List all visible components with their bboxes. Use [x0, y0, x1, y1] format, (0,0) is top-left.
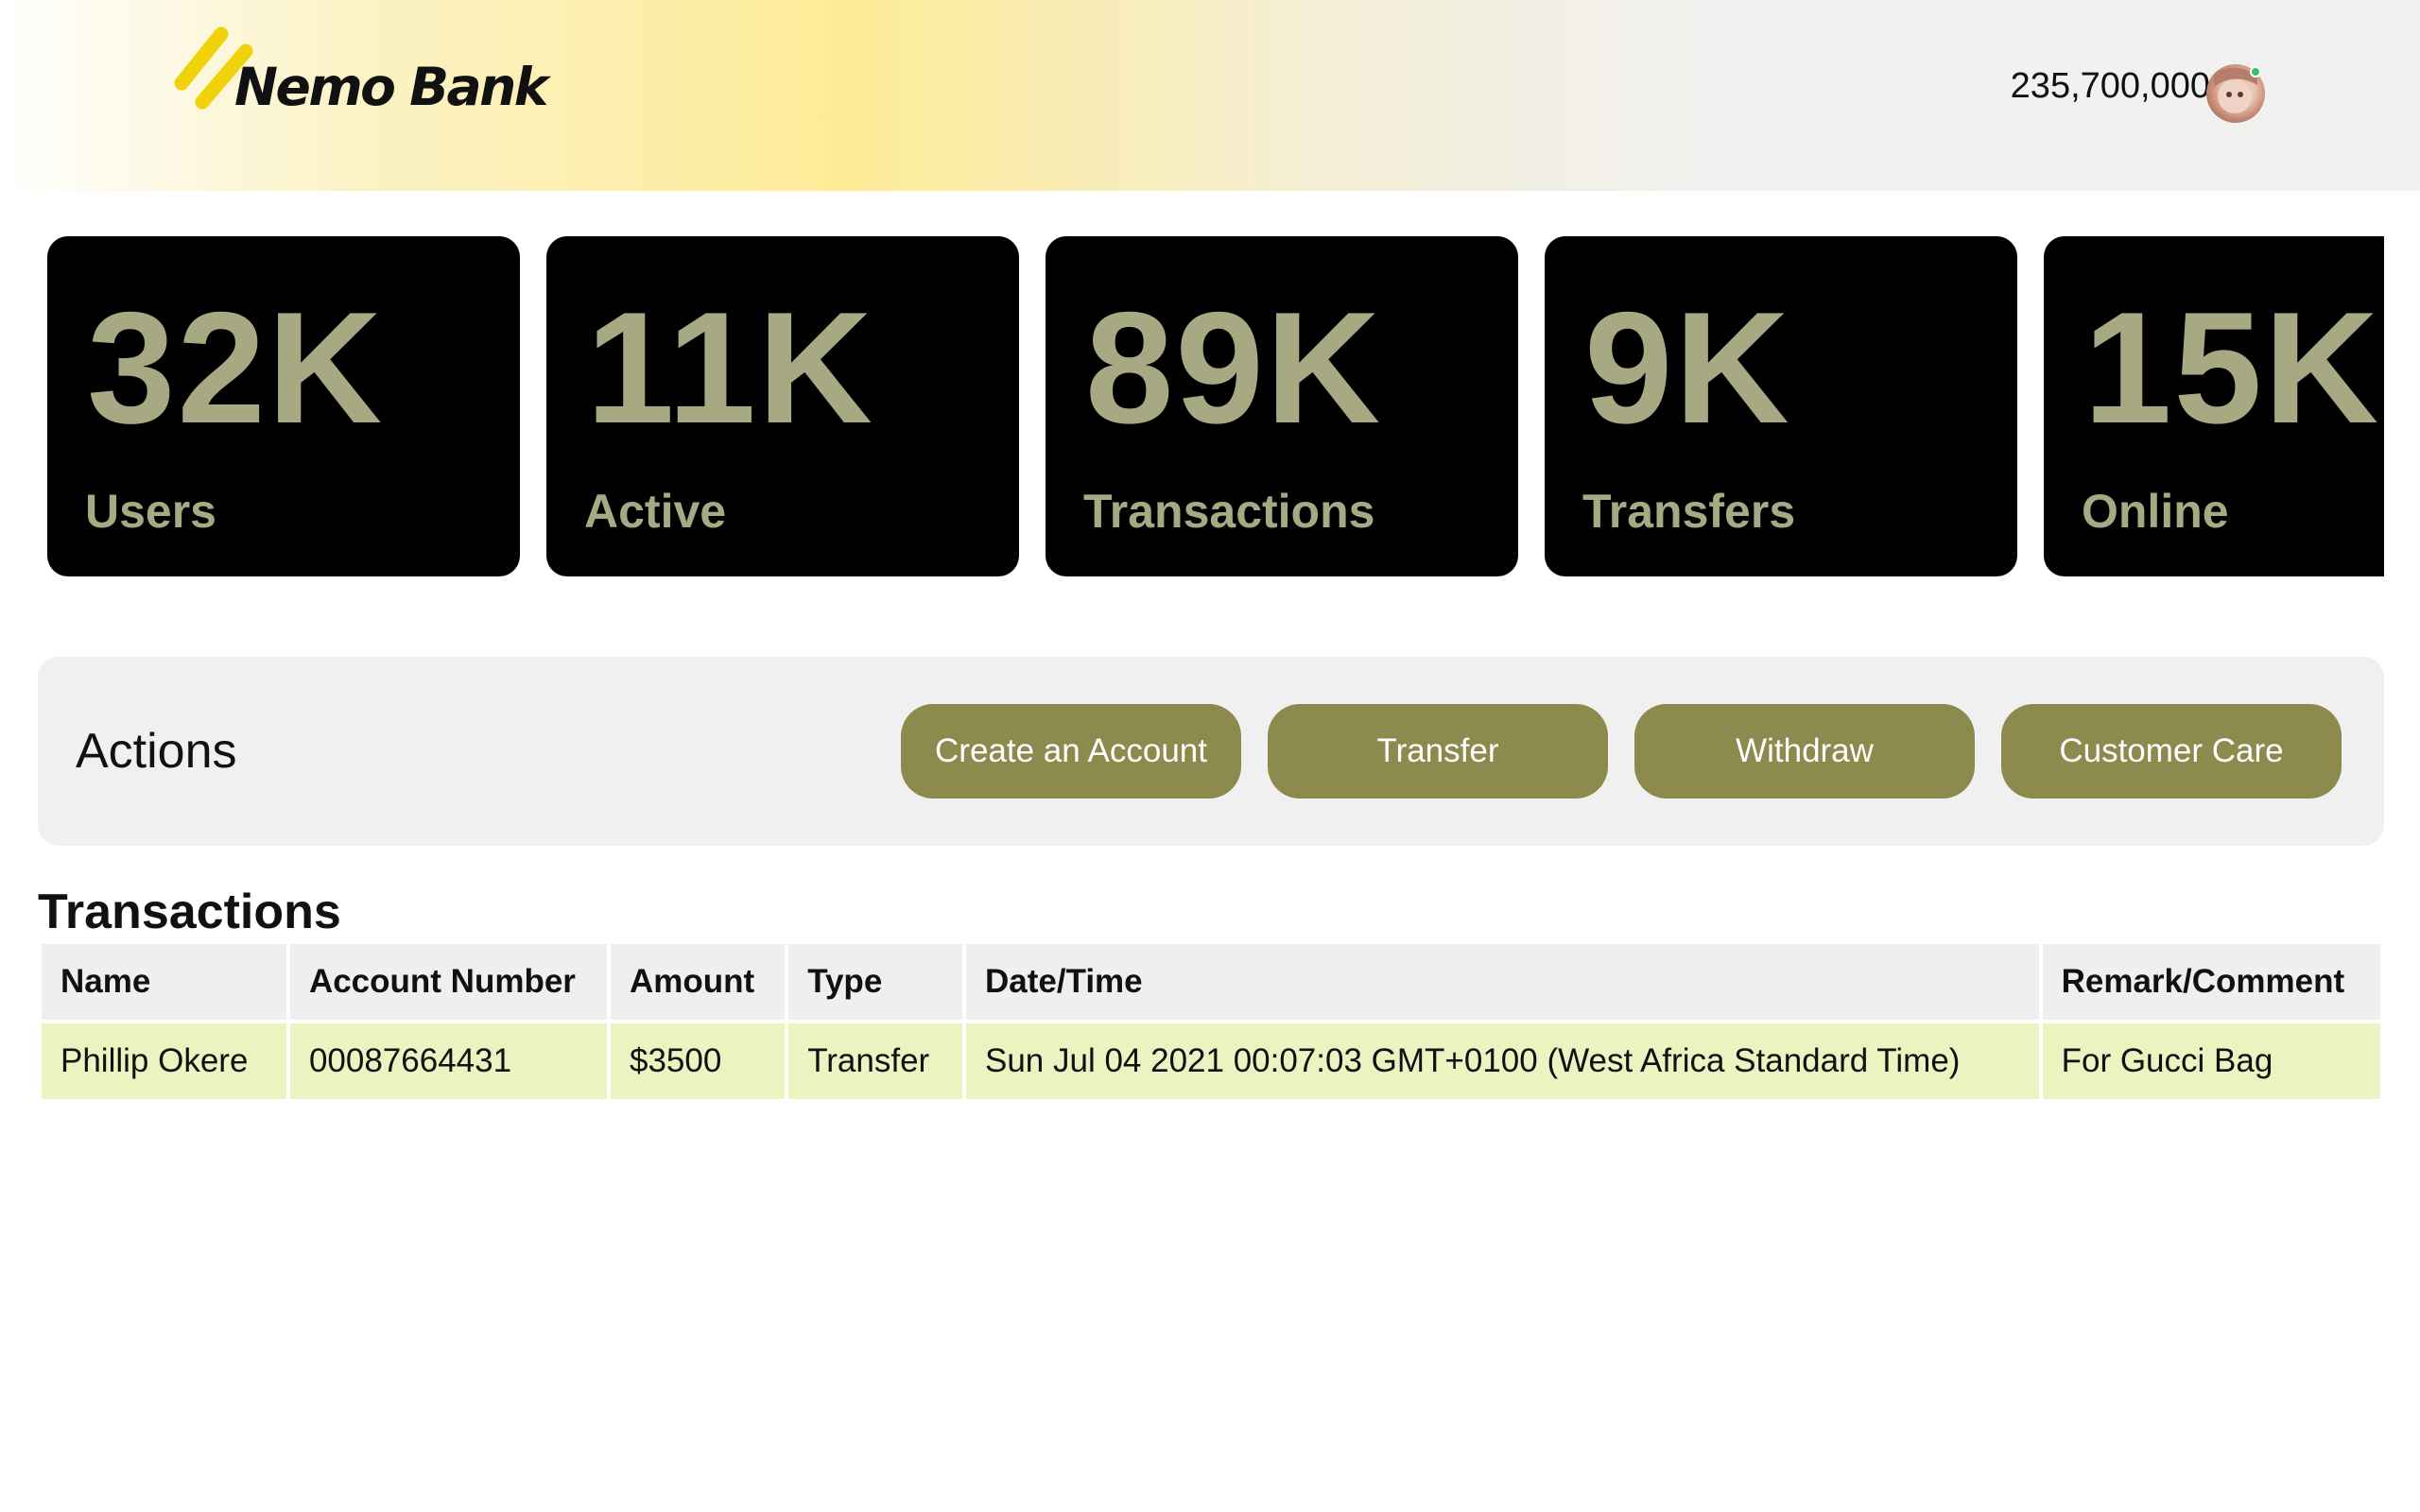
column-header-account-number: Account Number — [289, 944, 607, 1020]
cell-account-number: 00087664431 — [289, 1023, 607, 1099]
brand-logo[interactable]: Nemo Bank — [172, 25, 550, 129]
transactions-title: Transactions — [38, 885, 341, 939]
app-header: Nemo Bank 235,700,000 — [0, 0, 2420, 191]
cell-amount: $3500 — [610, 1023, 786, 1099]
transfer-button[interactable]: Transfer — [1268, 704, 1608, 799]
column-header-date-time: Date/Time — [965, 944, 2039, 1020]
stat-value: 15K — [2083, 279, 2381, 456]
customer-care-button[interactable]: Customer Care — [2001, 704, 2342, 799]
withdraw-button[interactable]: Withdraw — [1634, 704, 1975, 799]
cell-name: Phillip Okere — [42, 1023, 286, 1099]
actions-title: Actions — [76, 724, 237, 779]
stat-value: 89K — [1085, 279, 1383, 456]
transactions-table: Name Account Number Amount Type Date/Tim… — [38, 940, 2384, 1103]
stat-value: 11K — [586, 279, 874, 456]
actions-panel: Actions Create an Account Transfer Withd… — [38, 657, 2384, 846]
stat-card-active: 11K Active — [546, 236, 1019, 576]
stat-card-online: 15K Online — [2044, 236, 2384, 576]
column-header-name: Name — [42, 944, 286, 1020]
stat-card-transactions: 89K Transactions — [1046, 236, 1518, 576]
stat-card-users: 32K Users — [47, 236, 520, 576]
create-account-button[interactable]: Create an Account — [901, 704, 1241, 799]
cell-date-time: Sun Jul 04 2021 00:07:03 GMT+0100 (West … — [965, 1023, 2039, 1099]
stats-row: 32K Users 11K Active 89K Transactions 9K… — [47, 236, 2384, 576]
column-header-amount: Amount — [610, 944, 786, 1020]
account-balance: 235,700,000 — [2010, 66, 2210, 106]
stat-label: Transactions — [1083, 485, 1375, 538]
brand-name: Nemo Bank — [234, 57, 548, 117]
stat-label: Transfers — [1582, 485, 1796, 538]
table-header-row: Name Account Number Amount Type Date/Tim… — [42, 944, 2380, 1020]
stat-label: Users — [85, 485, 216, 538]
stat-card-transfers: 9K Transfers — [1545, 236, 2017, 576]
table-row[interactable]: Phillip Okere 00087664431 $3500 Transfer… — [42, 1023, 2380, 1099]
stat-label: Active — [584, 485, 727, 538]
column-header-remark: Remark/Comment — [2042, 944, 2380, 1020]
cell-remark: For Gucci Bag — [2042, 1023, 2380, 1099]
column-header-type: Type — [788, 944, 962, 1020]
stat-value: 9K — [1584, 279, 1791, 456]
stat-value: 32K — [87, 279, 385, 456]
stat-label: Online — [2082, 485, 2229, 538]
cell-type: Transfer — [788, 1023, 962, 1099]
online-status-dot — [2250, 66, 2261, 77]
